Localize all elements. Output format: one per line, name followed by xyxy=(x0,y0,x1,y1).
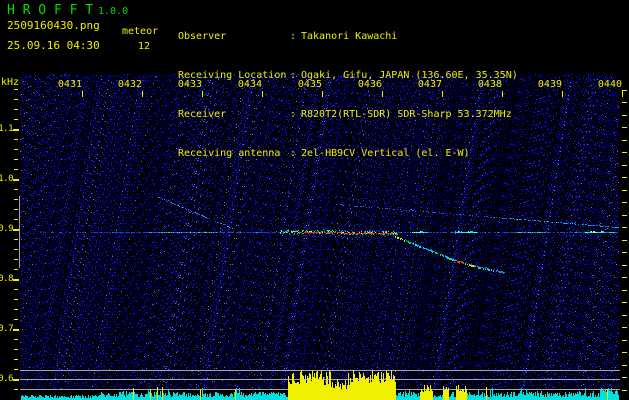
observation-mode: meteor xyxy=(122,26,159,37)
time-tick-label: 0431 xyxy=(57,79,82,90)
info-label: Receiver xyxy=(178,109,227,120)
info-value: 2el-HB9CV Vertical (el. E-W) xyxy=(301,148,470,159)
info-value: R820T2(RTL-SDR) SDR-Sharp 53.372MHz xyxy=(301,109,512,120)
info-separator: : xyxy=(290,109,297,120)
freq-tick-label: 0.6 xyxy=(0,374,14,384)
time-tick-label: 0434 xyxy=(237,79,262,90)
meteor-echo-count: 12 xyxy=(138,41,151,52)
info-value: Takanori Kawachi xyxy=(301,31,398,42)
info-row-observer: Observer: Takanori Kawachi xyxy=(178,30,518,43)
info-label: Observer xyxy=(178,31,227,42)
freq-tick-label: 1.1 xyxy=(0,124,14,134)
time-tick-label: 0440 xyxy=(597,79,622,90)
freq-tick-label: 0.8 xyxy=(0,274,14,284)
observation-datetime: 25.09.16 04:30 xyxy=(7,39,100,52)
time-tick-label: 0438 xyxy=(477,79,502,90)
time-tick-label: 0436 xyxy=(357,79,382,90)
frequency-axis-unit: kHz xyxy=(1,77,20,88)
info-separator: : xyxy=(290,148,297,159)
freq-tick-label: 1.0 xyxy=(0,174,14,184)
time-tick-label: 0435 xyxy=(297,79,322,90)
info-row-location: Receiving Location: Ogaki, Gifu, JAPAN (1… xyxy=(178,69,518,82)
time-tick-label: 0437 xyxy=(417,79,442,90)
info-label: Receiving antenna xyxy=(178,148,281,159)
app-title: H R O F F T xyxy=(7,3,94,18)
time-tick-label: 0433 xyxy=(177,79,202,90)
info-row-receiver: Receiver: R820T2(RTL-SDR) SDR-Sharp 53.37… xyxy=(178,108,518,121)
output-filename: 2509160430.png xyxy=(7,19,100,32)
info-separator: : xyxy=(290,31,297,42)
station-info: Observer: Takanori Kawachi Receiving Loca… xyxy=(178,4,518,186)
time-tick-label: 0439 xyxy=(537,79,562,90)
time-tick-label: 0432 xyxy=(117,79,142,90)
hrofft-spectrogram-screen: H R O F F T 1.0.0 2509160430.png meteor … xyxy=(0,0,629,400)
freq-tick-label: 0.9 xyxy=(0,224,14,234)
freq-tick-label: 0.7 xyxy=(0,324,14,334)
info-row-antenna: Receiving antenna:2el-HB9CV Vertical (el… xyxy=(178,147,518,160)
app-version: 1.0.0 xyxy=(98,6,129,17)
